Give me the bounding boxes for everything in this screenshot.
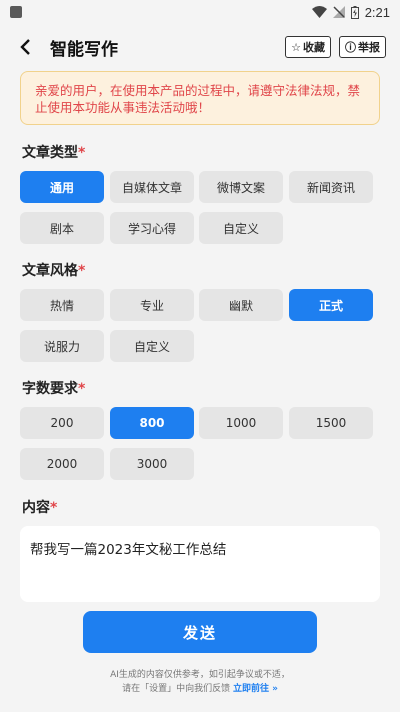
disclaimer-line-1: AI生成的内容仅供参考，如引起争议或不适，	[110, 670, 290, 680]
content-label: 内容*	[22, 497, 57, 517]
style-chip-passionate[interactable]: 热情	[20, 289, 104, 321]
style-chip-custom[interactable]: 自定义	[110, 330, 194, 362]
type-chip-general[interactable]: 通用	[20, 171, 104, 203]
report-label: 举报	[358, 41, 380, 54]
type-chip-custom[interactable]: 自定义	[199, 212, 283, 244]
type-chip-self-media[interactable]: 自媒体文章	[110, 171, 194, 203]
count-chip-1000[interactable]: 1000	[199, 407, 283, 439]
status-right: 2:21	[311, 4, 390, 20]
status-bar: 2:21	[0, 0, 400, 24]
chevron-left-icon	[20, 39, 30, 55]
type-chip-weibo[interactable]: 微博文案	[199, 171, 283, 203]
disclaimer-line-2-text: 请在「设置」中向我们反馈	[122, 684, 231, 694]
count-chip-800[interactable]: 800	[110, 407, 194, 439]
go-feedback-link[interactable]: 立即前往 »	[233, 684, 278, 694]
word-count-label-text: 字数要求	[22, 381, 78, 397]
no-signal-icon	[332, 6, 345, 18]
star-icon: ☆	[291, 40, 301, 54]
article-type-label-text: 文章类型	[22, 145, 78, 161]
type-chip-script[interactable]: 剧本	[20, 212, 104, 244]
type-chip-news[interactable]: 新闻资讯	[289, 171, 373, 203]
type-chip-study-notes[interactable]: 学习心得	[110, 212, 194, 244]
article-type-label: 文章类型*	[22, 142, 85, 162]
wifi-icon	[311, 6, 327, 18]
alert-circle-icon: ⓘ	[345, 41, 356, 54]
top-actions: ☆ 收藏 ⓘ 举报	[285, 36, 386, 58]
required-mark: *	[50, 500, 58, 516]
battery-icon	[350, 5, 359, 19]
legal-notice: 亲爱的用户，在使用本产品的过程中，请遵守法律法规，禁止使用本功能从事违法活动哦！	[20, 71, 380, 125]
favorite-button[interactable]: ☆ 收藏	[285, 36, 331, 58]
notification-icon	[10, 6, 22, 18]
status-time: 2:21	[364, 4, 390, 20]
required-mark: *	[78, 263, 86, 279]
style-chip-humorous[interactable]: 幽默	[199, 289, 283, 321]
required-mark: *	[78, 381, 86, 397]
count-chip-200[interactable]: 200	[20, 407, 104, 439]
style-chip-persuasive[interactable]: 说服力	[20, 330, 104, 362]
required-mark: *	[78, 145, 86, 161]
disclaimer-footer: AI生成的内容仅供参考，如引起争议或不适， 请在「设置」中向我们反馈 立即前往 …	[0, 668, 400, 696]
style-chip-formal[interactable]: 正式	[289, 289, 373, 321]
report-button[interactable]: ⓘ 举报	[339, 36, 386, 58]
page-title: 智能写作	[50, 39, 118, 60]
article-style-label: 文章风格*	[22, 260, 85, 280]
back-button[interactable]	[14, 35, 38, 59]
content-label-text: 内容	[22, 500, 50, 516]
send-button[interactable]: 发送	[83, 611, 317, 653]
app-bar: 智能写作 ☆ 收藏 ⓘ 举报	[0, 24, 400, 70]
article-style-label-text: 文章风格	[22, 263, 78, 279]
word-count-label: 字数要求*	[22, 378, 85, 398]
count-chip-2000[interactable]: 2000	[20, 448, 104, 480]
count-chip-3000[interactable]: 3000	[110, 448, 194, 480]
content-input[interactable]: 帮我写一篇2023年文秘工作总结	[20, 526, 380, 602]
favorite-label: 收藏	[303, 41, 325, 54]
style-chip-professional[interactable]: 专业	[110, 289, 194, 321]
disclaimer-line-2: 请在「设置」中向我们反馈 立即前往 »	[0, 682, 400, 696]
count-chip-1500[interactable]: 1500	[289, 407, 373, 439]
system-nav-bar	[0, 702, 400, 712]
